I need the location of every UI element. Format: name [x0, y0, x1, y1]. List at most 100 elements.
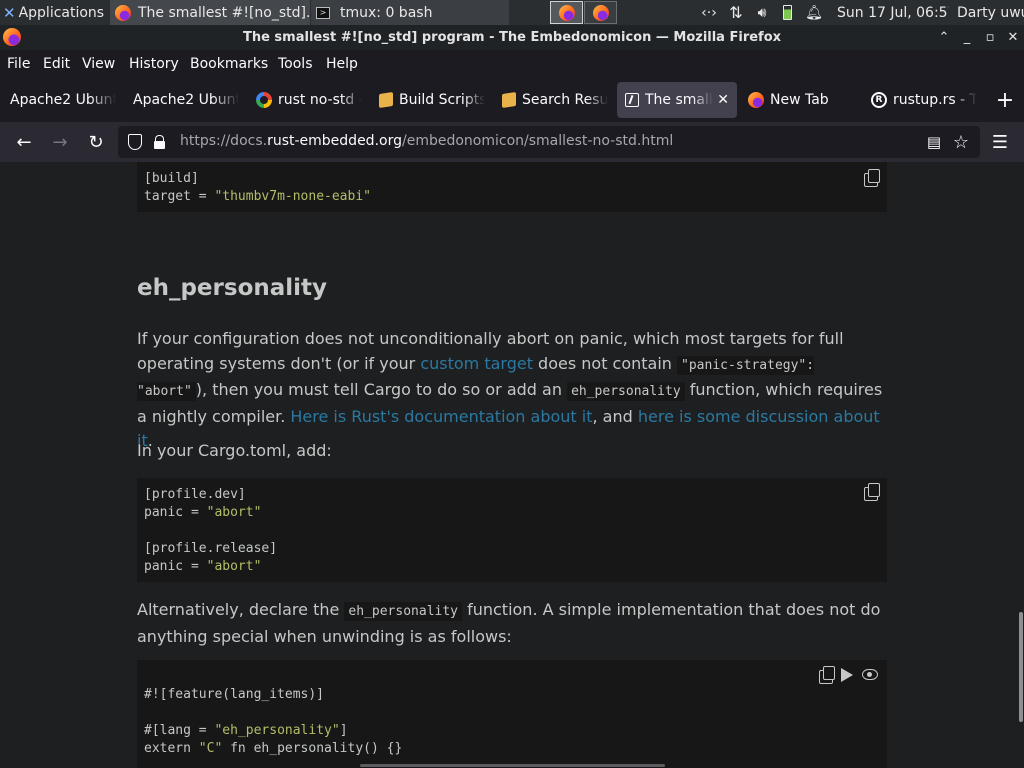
tab-label: Build Scripts [399, 92, 485, 108]
copy-icon[interactable] [864, 483, 880, 501]
tab-apache2-2[interactable]: Apache2 Ubuntu Default Page [125, 82, 247, 118]
taskbar-tmux[interactable]: > tmux: 0 bash [311, 0, 509, 25]
menu-history[interactable]: History [129, 56, 179, 72]
copy-icon[interactable] [864, 169, 880, 187]
url-text[interactable]: https://docs.rust-embedded.org/embedonom… [180, 133, 673, 149]
applications-label: Applications [18, 4, 105, 21]
lock-icon[interactable] [154, 135, 165, 149]
eye-icon[interactable] [862, 669, 878, 680]
code-block-profile: [profile.dev] panic = "abort" [profile.r… [137, 478, 887, 582]
menu-file[interactable]: File [7, 56, 30, 72]
copy-icon[interactable] [819, 666, 835, 684]
plus-icon: + [995, 87, 1015, 113]
back-button[interactable]: ← [12, 130, 36, 154]
menu-view[interactable]: View [82, 56, 115, 72]
code-line: [build] [144, 171, 199, 186]
desktop-panel: ✕ Applications ⋮ The smallest #![no_std]… [0, 0, 1024, 25]
tab-google-search[interactable]: rust no-std - Google Search [248, 82, 370, 118]
menu-edit[interactable]: Edit [43, 56, 70, 72]
taskbar-firefox[interactable]: The smallest #![no_std]... [110, 0, 310, 25]
clock[interactable]: Sun 17 Jul, 06:57 [837, 0, 949, 25]
shield-icon [128, 134, 142, 150]
link-custom-target[interactable]: custom target [420, 354, 533, 373]
applications-menu[interactable]: ✕ Applications ⋮ [0, 0, 110, 25]
vertical-scrollbar[interactable] [1017, 162, 1024, 768]
bookmark-star-button[interactable]: ☆ [949, 130, 973, 154]
user-name[interactable]: Darty uwu [957, 0, 1024, 25]
book-icon [625, 93, 639, 107]
google-icon [256, 92, 272, 108]
code-line: [profile.release] [144, 541, 278, 556]
chevron-up-icon[interactable]: ⌃ [933, 25, 955, 50]
code-line: #![feature(lang_items)] [144, 687, 325, 702]
reload-button[interactable]: ↻ [84, 130, 108, 154]
tab-new-tab[interactable]: New Tab [740, 82, 862, 118]
tab-apache2-1[interactable]: Apache2 Ubuntu Default Page [2, 82, 124, 118]
terminal-icon: > [316, 6, 330, 19]
navigation-toolbar: ← → ↻ https://docs.rust-embedded.org/emb… [0, 122, 1024, 162]
code-line: fn eh_personality() {} [222, 741, 403, 756]
network-icon[interactable]: ‹·› [698, 0, 720, 25]
window-titlebar[interactable]: The smallest #![no_std] program - The Em… [0, 25, 1024, 50]
tab-strip: Apache2 Ubuntu Default Page Apache2 Ubun… [0, 78, 1024, 122]
url-bar[interactable]: https://docs.rust-embedded.org/embedonom… [118, 126, 980, 158]
workspace-2[interactable] [584, 1, 617, 24]
reader-view-button[interactable]: ▤ [922, 130, 946, 154]
text: Alternatively, declare the [137, 600, 345, 619]
play-icon[interactable] [841, 668, 853, 682]
code-string: "thumbv7m-none-eabi" [214, 189, 371, 204]
code-text: [profile.dev] panic = "abort" [profile.r… [144, 486, 277, 576]
code-block-eh-personality: #![feature(lang_items)] #[lang = "eh_per… [137, 660, 887, 768]
forward-button[interactable]: → [48, 130, 72, 154]
tab-label: New Tab [770, 92, 829, 108]
tab-build-scripts[interactable]: Build Scripts [371, 82, 493, 118]
menu-bookmarks[interactable]: Bookmarks [190, 56, 268, 72]
taskbar-tmux-title: tmux: 0 bash [340, 4, 433, 21]
firefox-icon [558, 4, 575, 21]
workspace-1[interactable] [550, 1, 583, 24]
new-tab-button[interactable]: + [990, 82, 1020, 118]
arrow-right-icon: → [52, 131, 68, 153]
code-text: #![feature(lang_items)] #[lang = "eh_per… [144, 686, 402, 758]
url-path: /embedonomicon/smallest-no-std.html [401, 133, 674, 149]
scrollbar-thumb[interactable] [1019, 612, 1023, 722]
inline-code: eh_personality [567, 382, 685, 401]
code-block-build: [build] target = "thumbv7m-none-eabi" [137, 162, 887, 212]
minimize-button[interactable]: _ [956, 25, 978, 50]
firefox-icon [748, 92, 764, 108]
star-icon: ☆ [952, 131, 970, 153]
tab-search-results[interactable]: Search Results [494, 82, 616, 118]
code-line: panic = [144, 505, 207, 520]
text: , and [592, 406, 638, 426]
tab-the-smallest[interactable]: The smallest #![no_std] program ✕ [617, 82, 737, 118]
volume-icon[interactable]: 🔊︎ [752, 0, 772, 25]
paragraph-alternatively: Alternatively, declare the eh_personalit… [137, 598, 892, 649]
menu-help[interactable]: Help [326, 56, 358, 72]
horizontal-scrollbar[interactable] [360, 764, 665, 767]
link-rust-docs[interactable]: Here is Rust's documentation about it [290, 407, 592, 426]
menu-tools[interactable]: Tools [278, 56, 313, 72]
code-line: #[lang = [144, 723, 215, 738]
inline-code: eh_personality [344, 602, 462, 621]
xfce-logo-icon: ✕ [3, 3, 16, 22]
tab-label: rustup.rs - The Rust toolchain installer [893, 92, 977, 108]
code-text: [build] target = "thumbv7m-none-eabi" [144, 170, 371, 206]
paragraph-eh-personality: If your configuration does not unconditi… [137, 327, 892, 454]
app-menu-button[interactable]: ☰ [988, 130, 1012, 154]
url-prefix: https://docs. [180, 133, 268, 149]
code-line: extern [144, 741, 199, 756]
code-line: target = [144, 189, 215, 204]
code-string: "eh_personality" [214, 723, 340, 738]
rust-icon: R [871, 92, 887, 108]
close-window-button[interactable]: ✕ [1002, 25, 1024, 50]
tab-rustup[interactable]: R rustup.rs - The Rust toolchain install… [863, 82, 985, 118]
package-icon [502, 92, 516, 108]
maximize-button[interactable]: ▫ [979, 25, 1001, 50]
code-string: "C" [198, 741, 223, 756]
close-tab-icon[interactable]: ✕ [717, 92, 729, 108]
notification-bell-icon[interactable]: 🔔︎ [804, 0, 824, 25]
tab-label: rust no-std - Google Search [278, 92, 362, 108]
transfer-icon[interactable]: ⇅ [726, 0, 746, 25]
window-title: The smallest #![no_std] program - The Em… [242, 30, 782, 45]
battery-icon[interactable] [780, 0, 794, 25]
